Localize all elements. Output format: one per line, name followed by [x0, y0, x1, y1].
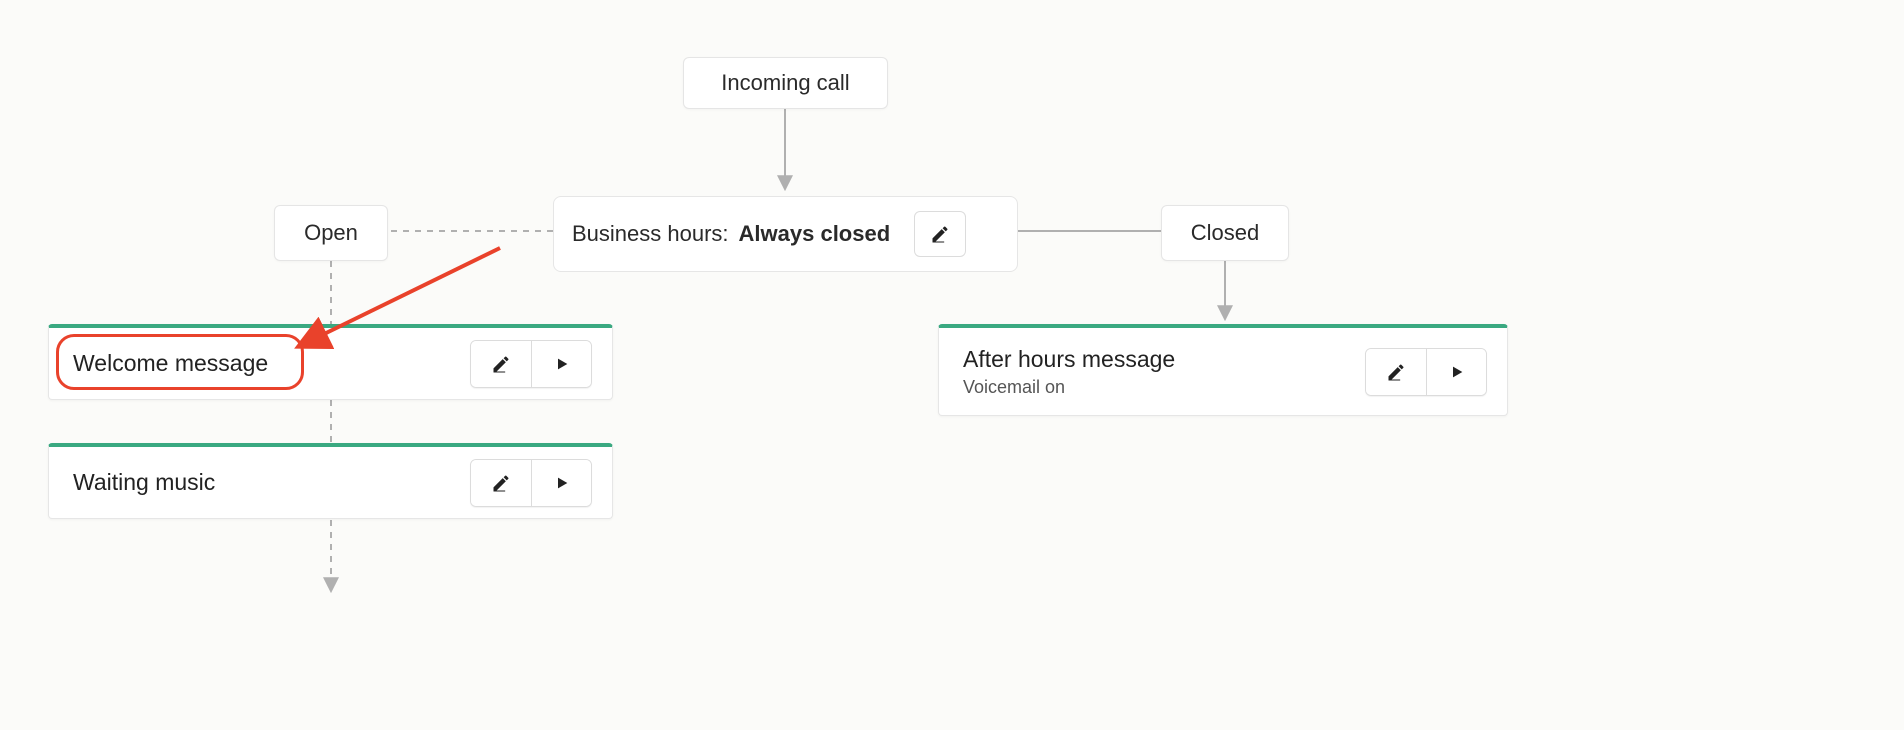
welcome-message-actions [470, 340, 592, 388]
edit-after-hours-button[interactable] [1366, 349, 1426, 395]
business-hours-label: Business hours: [572, 221, 729, 247]
after-hours-subtitle: Voicemail on [963, 377, 1175, 398]
incoming-call-label: Incoming call [721, 70, 849, 96]
open-label: Open [304, 220, 358, 246]
pencil-icon [491, 473, 511, 493]
edit-waiting-music-button[interactable] [471, 460, 531, 506]
play-after-hours-button[interactable] [1426, 349, 1486, 395]
waiting-music-title: Waiting music [73, 469, 215, 496]
after-hours-card[interactable]: After hours message Voicemail on [938, 324, 1508, 416]
play-icon [554, 356, 570, 372]
call-flow-canvas: Incoming call Business hours: Always clo… [0, 0, 1904, 730]
after-hours-actions [1365, 348, 1487, 396]
open-branch-node: Open [274, 205, 388, 261]
play-welcome-message-button[interactable] [531, 341, 591, 387]
edit-welcome-message-button[interactable] [471, 341, 531, 387]
closed-branch-node: Closed [1161, 205, 1289, 261]
play-icon [1449, 364, 1465, 380]
pencil-icon [930, 224, 950, 244]
waiting-music-actions [470, 459, 592, 507]
business-hours-value: Always closed [739, 221, 891, 247]
incoming-call-node: Incoming call [683, 57, 888, 109]
pencil-icon [1386, 362, 1406, 382]
pencil-icon [491, 354, 511, 374]
business-hours-node: Business hours: Always closed [553, 196, 1018, 272]
welcome-message-title: Welcome message [73, 350, 268, 377]
welcome-message-card[interactable]: Welcome message [48, 324, 613, 400]
after-hours-title: After hours message [963, 346, 1175, 373]
edit-business-hours-button[interactable] [914, 211, 966, 257]
waiting-music-card[interactable]: Waiting music [48, 443, 613, 519]
play-waiting-music-button[interactable] [531, 460, 591, 506]
closed-label: Closed [1191, 220, 1259, 246]
play-icon [554, 475, 570, 491]
